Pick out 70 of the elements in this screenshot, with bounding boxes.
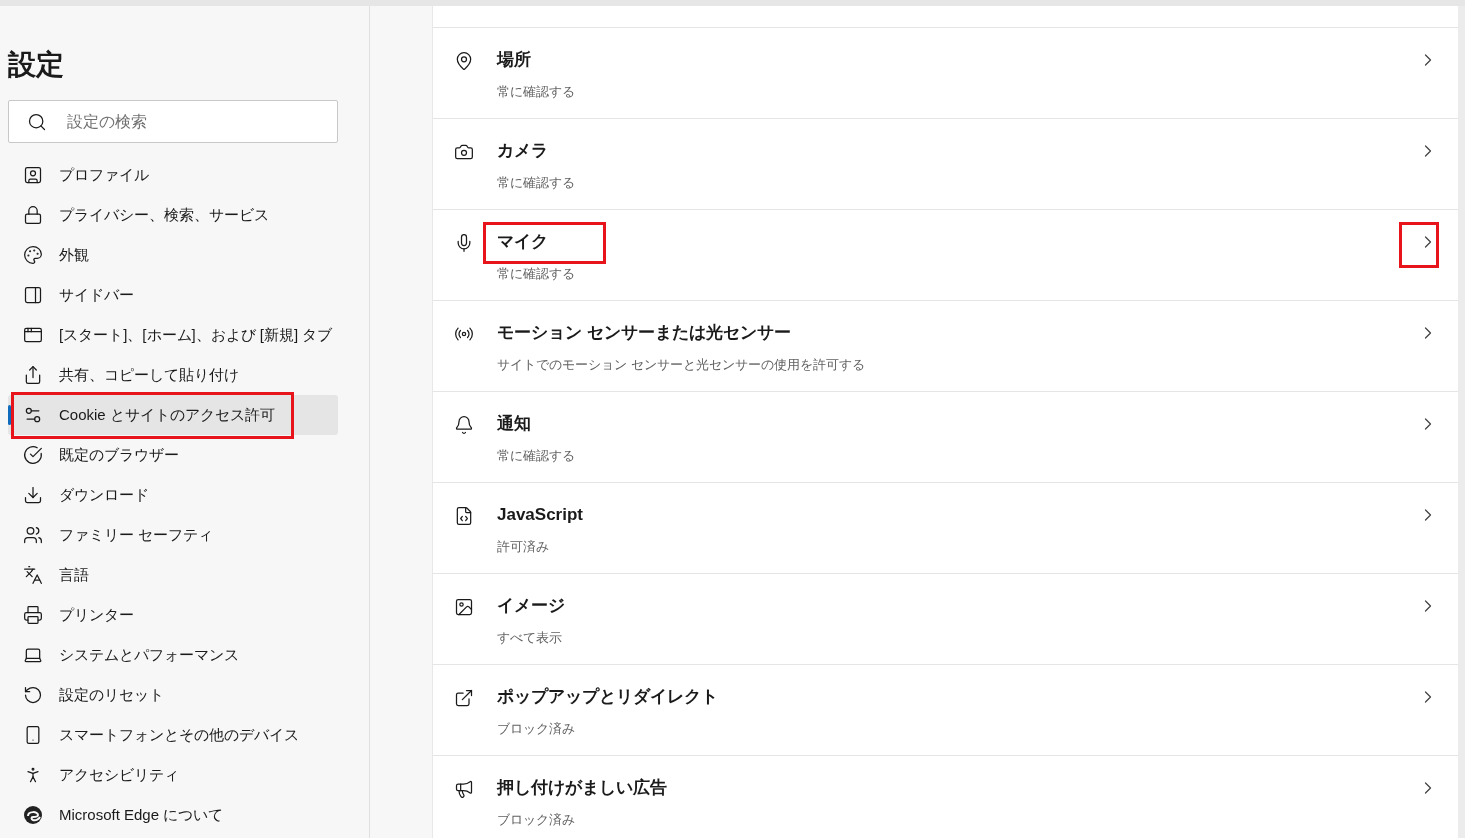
row-subtitle: ブロック済み: [497, 811, 575, 829]
row-title: カメラ: [497, 141, 548, 160]
people-icon: [23, 525, 43, 545]
lock-icon: [23, 205, 43, 225]
user-square-icon: [23, 165, 43, 185]
row-title: 通知: [497, 414, 531, 433]
permission-row[interactable]: イメージ すべて表示: [433, 573, 1458, 664]
sidebar-item[interactable]: [スタート]、[ホーム]、および [新規] タブ: [8, 315, 338, 355]
search-field[interactable]: 設定の検索: [8, 100, 338, 143]
permission-row[interactable]: JavaScript 許可済み: [433, 482, 1458, 573]
search-icon: [27, 111, 47, 132]
row-title: ポップアップとリダイレクト: [497, 687, 718, 706]
row-title: モーション センサーまたは光センサー: [497, 323, 791, 342]
location-pin-icon: [454, 51, 474, 71]
row-subtitle: 常に確認する: [497, 174, 575, 192]
sidebar-item[interactable]: プリンター: [8, 595, 338, 635]
row-title: 押し付けがましい広告: [497, 778, 667, 797]
reset-icon: [23, 685, 43, 705]
row-subtitle: 許可済み: [497, 538, 549, 556]
sidebar-item[interactable]: 共有、コピーして貼り付け: [8, 355, 338, 395]
permission-row[interactable]: 押し付けがましい広告 ブロック済み: [433, 755, 1458, 838]
permission-row[interactable]: 通知 常に確認する: [433, 391, 1458, 482]
sidebar-item[interactable]: 設定のリセット: [8, 675, 338, 715]
permission-row[interactable]: ポップアップとリダイレクト ブロック済み: [433, 664, 1458, 755]
camera-icon: [454, 142, 474, 162]
sidebar-item[interactable]: プライバシー、検索、サービス: [8, 195, 338, 235]
download-icon: [23, 485, 43, 505]
sidebar-item[interactable]: ダウンロード: [8, 475, 338, 515]
megaphone-icon: [454, 779, 474, 799]
selection-indicator: [8, 405, 11, 425]
row-subtitle: ブロック済み: [497, 720, 575, 738]
sliders-icon: [23, 405, 43, 425]
row-subtitle: 常に確認する: [497, 265, 575, 283]
permission-row[interactable]: モーション センサーまたは光センサー サイトでのモーション センサーと光センサーの使用を許可する: [433, 300, 1458, 391]
sidebar-item[interactable]: プロファイル: [8, 155, 338, 195]
row-subtitle: すべて表示: [497, 629, 562, 647]
palette-icon: [23, 245, 43, 265]
share-icon: [23, 365, 43, 385]
bell-icon: [454, 415, 474, 435]
sidebar-item[interactable]: Microsoft Edge について: [8, 795, 338, 835]
sidebar-item[interactable]: スマートフォンとその他のデバイス: [8, 715, 338, 755]
row-subtitle: 常に確認する: [497, 83, 575, 101]
printer-icon: [23, 605, 43, 625]
row-title: イメージ: [497, 596, 565, 615]
sidebar-item[interactable]: システムとパフォーマンス: [8, 635, 338, 675]
check-circle-icon: [23, 445, 43, 465]
sidebar-item[interactable]: Cookie とサイトのアクセス許可: [8, 395, 338, 435]
image-icon: [454, 597, 474, 617]
language-icon: [23, 565, 43, 585]
sidebar-item[interactable]: 既定のブラウザー: [8, 435, 338, 475]
sidebar-item[interactable]: サイドバー: [8, 275, 338, 315]
page-title: 設定: [8, 48, 64, 82]
row-title: 場所: [497, 50, 531, 69]
swirl-logo-icon: [23, 805, 43, 825]
sidebar-item[interactable]: アクセシビリティ: [8, 755, 338, 795]
code-file-icon: [454, 506, 474, 526]
sidebar-item[interactable]: 外観: [8, 235, 338, 275]
sidebar-item[interactable]: 言語: [8, 555, 338, 595]
panel-icon: [23, 285, 43, 305]
row-subtitle: 常に確認する: [497, 447, 575, 465]
row-title: マイク: [497, 232, 548, 251]
permission-row[interactable]: 場所 常に確認する: [433, 27, 1458, 118]
row-title: JavaScript: [497, 505, 583, 524]
permission-row[interactable]: マイク 常に確認する: [433, 209, 1458, 300]
sidebar-item[interactable]: ファミリー セーフティ: [8, 515, 338, 555]
row-subtitle: サイトでのモーション センサーと光センサーの使用を許可する: [497, 356, 865, 374]
permission-row[interactable]: カメラ 常に確認する: [433, 118, 1458, 209]
search-input[interactable]: 設定の検索: [67, 109, 319, 134]
window-icon: [23, 325, 43, 345]
external-link-icon: [454, 688, 474, 708]
